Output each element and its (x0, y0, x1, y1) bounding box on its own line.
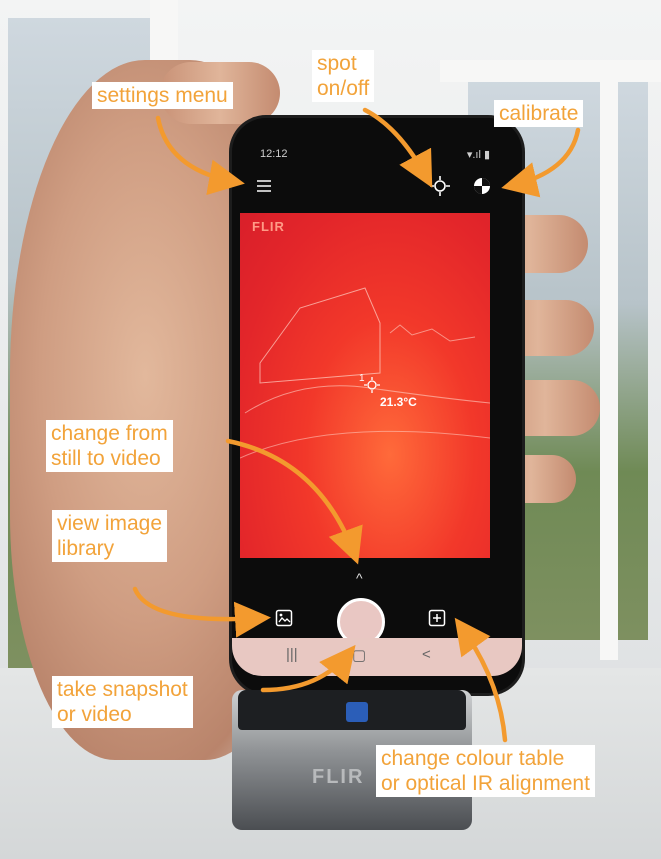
callout-settings-menu: settings menu (92, 82, 233, 109)
add-icon[interactable] (425, 606, 449, 630)
phone: 12:12 ▾.ıl ▮ FLIR 1 21.3°C ^ ||| ▢ < (232, 118, 522, 693)
nav-recents-button[interactable]: ||| (286, 646, 298, 663)
callout-text: spot (317, 52, 357, 75)
crosshair-icon[interactable] (428, 174, 452, 198)
temperature-readout: 21.3°C (380, 395, 417, 409)
callout-text: calibrate (499, 102, 579, 125)
callout-text: take snapshot (57, 678, 188, 701)
spot-crosshair-icon (364, 377, 380, 398)
window-mullion (600, 60, 618, 660)
thermal-viewfinder[interactable]: FLIR 1 21.3°C (240, 213, 490, 558)
module-lens (346, 702, 368, 722)
callout-text: change from (51, 422, 168, 445)
calibrate-icon[interactable] (470, 174, 494, 198)
window-mullion (440, 60, 661, 82)
nav-home-button[interactable]: ▢ (352, 646, 366, 664)
status-bar: 12:12 ▾.ıl ▮ (232, 148, 522, 166)
callout-text: settings menu (97, 84, 228, 107)
callout-spot: spot on/off (312, 50, 375, 102)
nav-back-button[interactable]: < (422, 646, 431, 663)
callout-take-snapshot: take snapshot or video (52, 676, 193, 728)
callout-text: change colour table (381, 747, 565, 770)
status-time: 12:12 (260, 148, 288, 160)
callout-text: or optical IR alignment (381, 772, 590, 795)
callout-change-still-video: change from still to video (46, 420, 173, 472)
android-nav-bar: ||| ▢ < (232, 638, 522, 676)
status-icons: ▾.ıl ▮ (466, 149, 490, 161)
callout-view-library: view image library (52, 510, 168, 562)
gallery-icon[interactable] (272, 606, 296, 630)
callout-calibrate: calibrate (494, 100, 584, 127)
callout-text: library (57, 537, 115, 560)
chevron-up-icon[interactable]: ^ (356, 570, 363, 586)
menu-icon[interactable] (252, 174, 276, 198)
module-top (238, 690, 466, 730)
module-logo: FLIR (312, 766, 365, 788)
callout-text: view image (57, 512, 163, 535)
callout-text: still to video (51, 447, 161, 470)
callout-text: on/off (317, 77, 370, 100)
callout-colour-table: change colour table or optical IR alignm… (376, 745, 595, 797)
callout-text: or video (57, 703, 132, 726)
